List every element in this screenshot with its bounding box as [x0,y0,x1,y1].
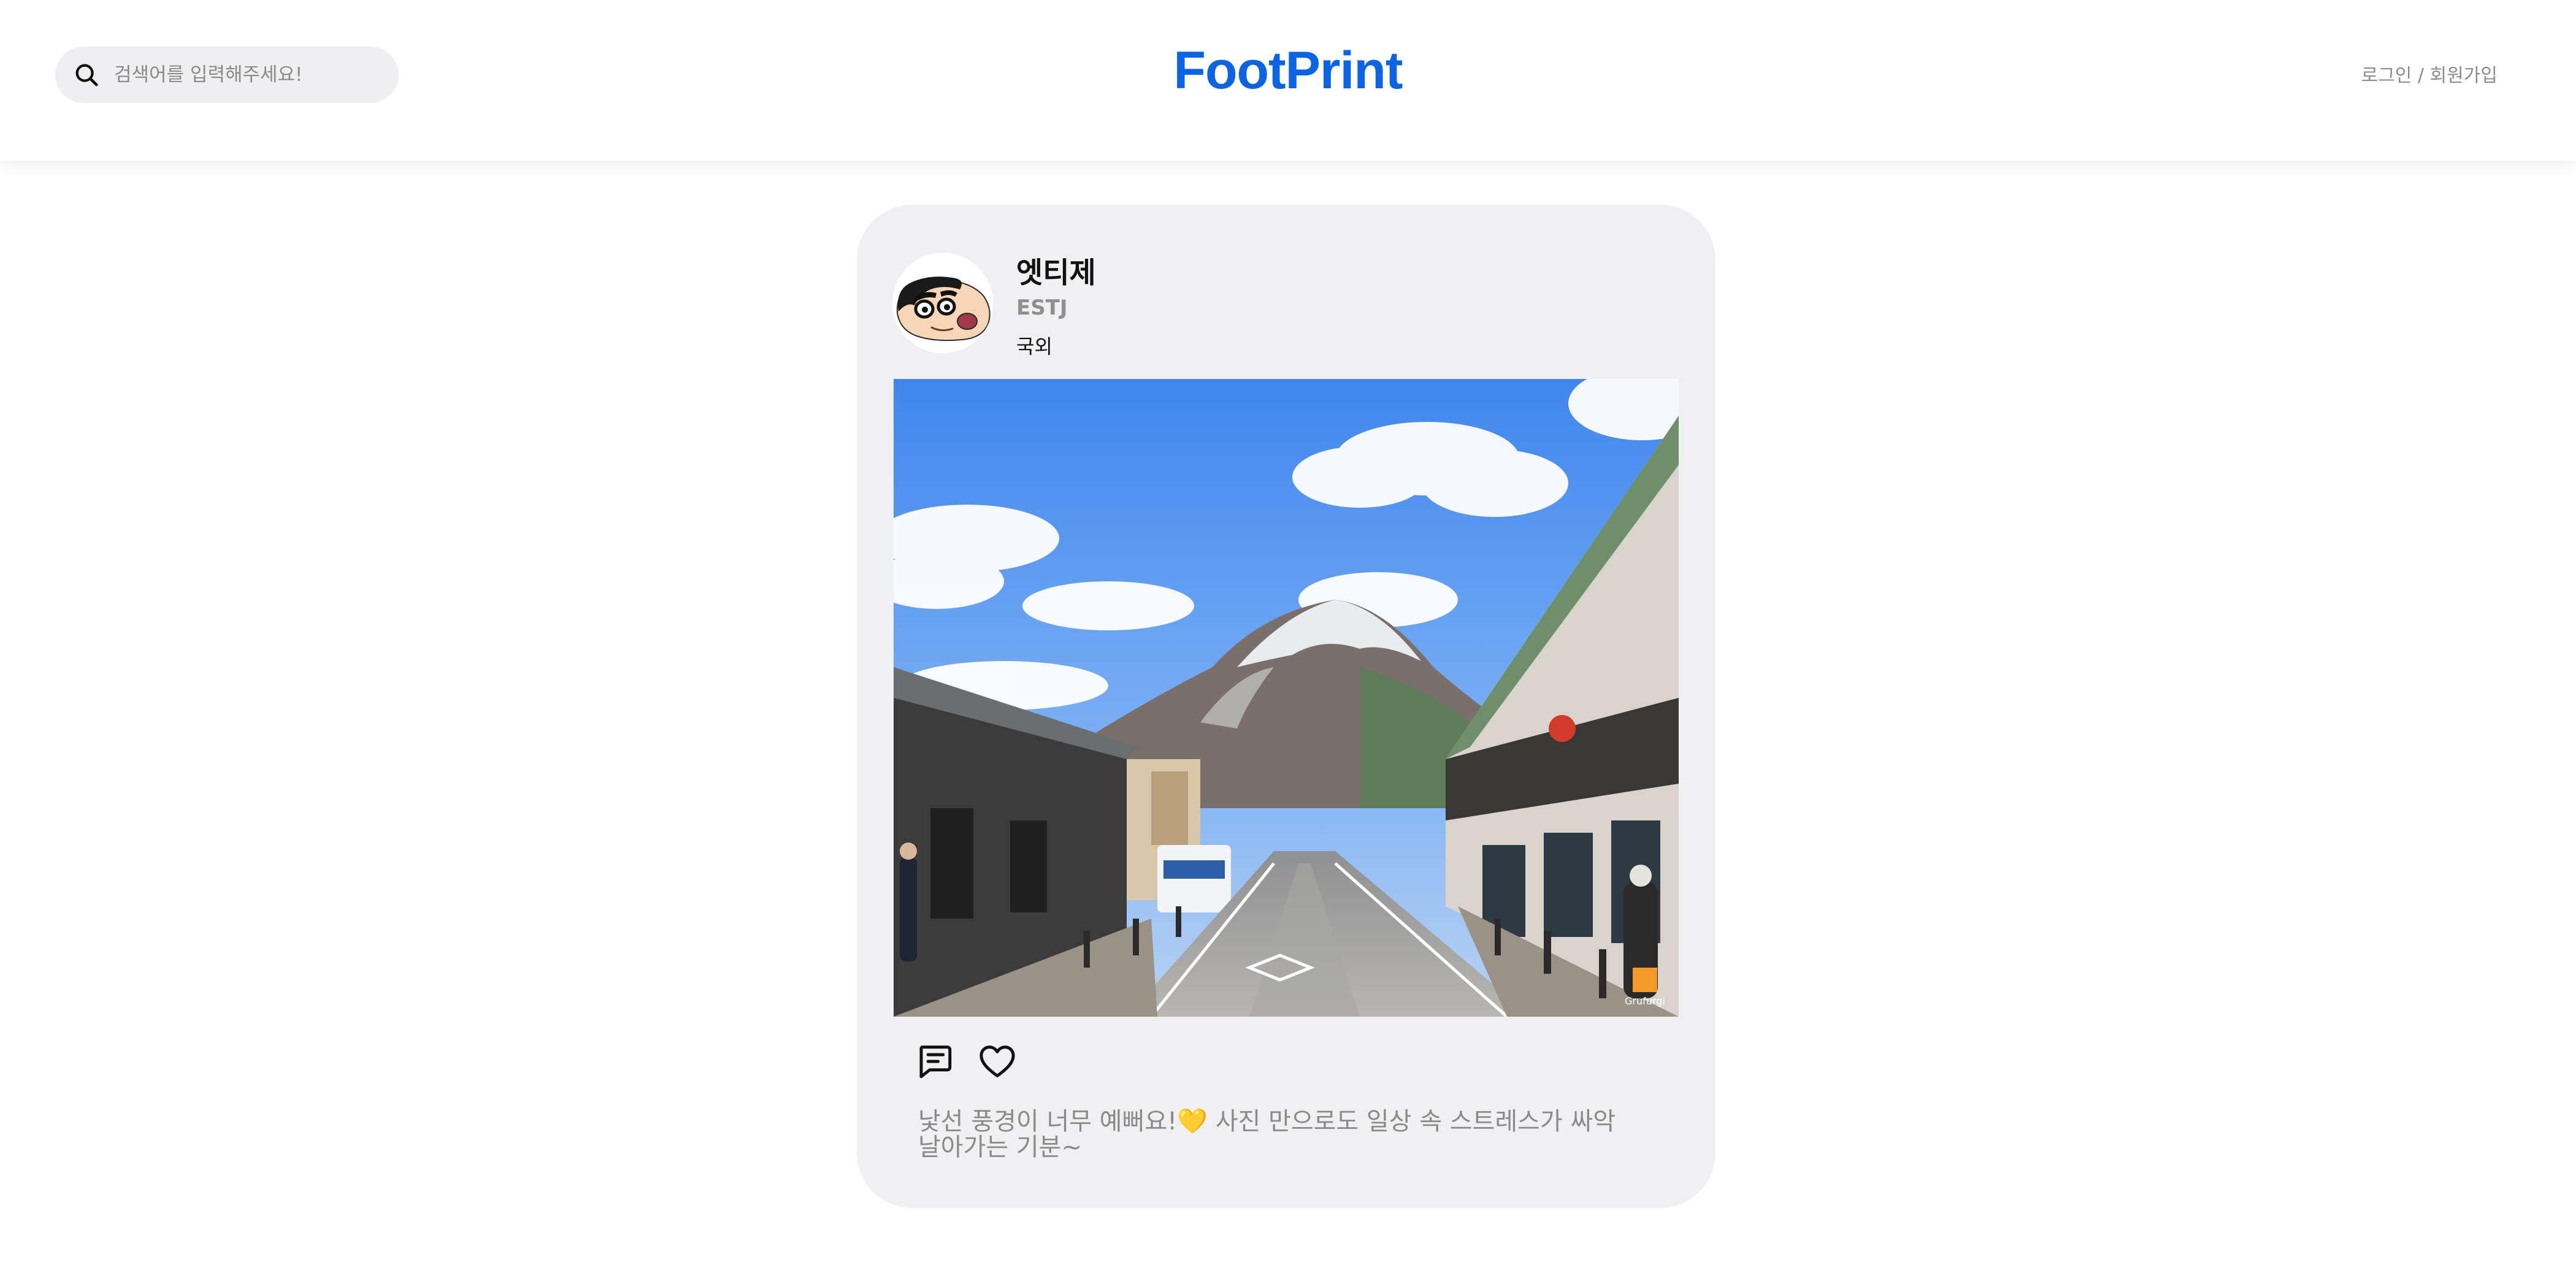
user-mbti-badge: ESTJ [1016,296,1068,320]
post-photo[interactable]: Grufurgi [894,379,1679,1017]
like-button[interactable] [977,1041,1018,1082]
cartoon-boy-avatar-icon [892,253,993,353]
post-card: 엣티제 ESTJ 국외 Grufurgi 낯선 풍경이 너무 예뻐요!💛 사진 … [857,205,1715,1208]
mountain-street-photo-icon: Grufurgi [894,379,1679,1017]
search-icon[interactable] [72,61,101,89]
app-logo[interactable]: FootPrint [1173,41,1403,100]
photo-watermark: Grufurgi [1625,995,1665,1007]
user-avatar[interactable] [892,253,993,353]
search-bar[interactable] [55,47,399,103]
post-category: 국외 [1016,335,1052,358]
comment-button[interactable] [914,1041,955,1082]
heart-icon [979,1046,1015,1077]
user-name[interactable]: 엣티제 [1016,249,1096,291]
search-input[interactable] [114,56,384,93]
comment-icon [919,1046,952,1079]
login-signup-link[interactable]: 로그인 / 회원가입 [2361,60,2497,87]
top-header: FootPrint 로그인 / 회원가입 [0,0,2576,161]
post-caption: 낯선 풍경이 너무 예뻐요!💛 사진 만으로도 일상 속 스트레스가 싸악 날아… [918,1107,1616,1161]
